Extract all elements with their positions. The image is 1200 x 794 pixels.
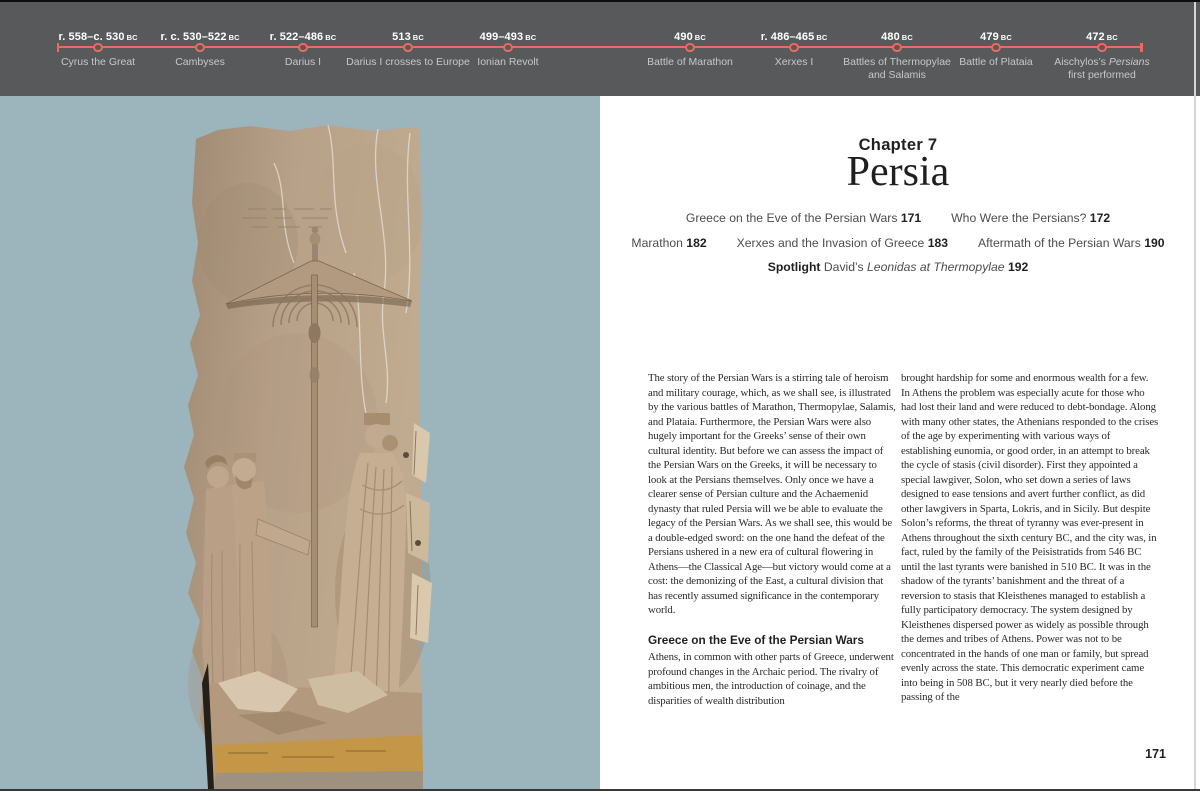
timeline-label-line: Aischylos’s Persians — [1022, 56, 1182, 69]
timeline-node-icon — [298, 43, 307, 52]
text-run: Who Were the Persians? — [951, 211, 1090, 225]
toc-line: Spotlight David’s Leonidas at Thermopyla… — [610, 255, 1186, 280]
page-top-edge — [0, 0, 1200, 2]
paragraph: The story of the Persian Wars is a stirr… — [648, 371, 898, 618]
chapter-contents-list: Greece on the Eve of the Persian Wars 17… — [610, 206, 1186, 280]
toc-entry: Greece on the Eve of the Persian Wars 17… — [686, 211, 921, 225]
timeline-date: r. 522–486BC — [270, 31, 337, 43]
timeline-era-label: BC — [695, 33, 706, 42]
timeline-date: 490BC — [674, 31, 706, 43]
timeline-date-value: r. c. 530–522 — [160, 31, 226, 43]
toc-entry: Aftermath of the Persian Wars 190 — [978, 236, 1165, 250]
timeline-node-icon — [789, 43, 798, 52]
book-spread: r. 558–c. 530BCCyrus the Greatr. c. 530–… — [0, 0, 1200, 794]
timeline-band: r. 558–c. 530BCCyrus the Greatr. c. 530–… — [0, 0, 1200, 96]
timeline-era-label: BC — [816, 33, 827, 42]
toc-line: Marathon 182 Xerxes and the Invasion of G… — [610, 231, 1186, 256]
text-run: David’s — [824, 260, 867, 274]
timeline-date-value: r. 522–486 — [270, 31, 324, 43]
timeline-date: r. 486–465BC — [761, 31, 828, 43]
toc-entry: Xerxes and the Invasion of Greece 183 — [737, 236, 948, 250]
page-number: 171 — [1106, 747, 1166, 761]
timeline-date: 479BC — [980, 31, 1012, 43]
paragraph: Athens, in common with other parts of Gr… — [648, 650, 898, 708]
timeline-date: 499–493BC — [480, 31, 537, 43]
timeline-node-icon — [403, 43, 412, 52]
toc-entry: Spotlight David’s Leonidas at Thermopyla… — [768, 260, 1029, 274]
text-run: Ionian Revolt — [477, 56, 538, 68]
timeline-date-value: 513 — [392, 31, 411, 43]
timeline-date: 513BC — [392, 31, 424, 43]
paragraph: brought hardship for some and enormous w… — [901, 371, 1159, 705]
chapter-title: Persia — [600, 149, 1196, 195]
text-run: and Salamis — [868, 69, 926, 81]
bold-text-run: 183 — [928, 236, 948, 250]
timeline-date: r. c. 530–522BC — [160, 31, 239, 43]
bold-text-run: 190 — [1144, 236, 1164, 250]
bold-text-run: 171 — [901, 211, 921, 225]
timeline-era-label: BC — [1107, 33, 1118, 42]
bold-text-run: Spotlight — [768, 260, 824, 274]
relief-photo — [178, 123, 432, 789]
timeline-label-line: Ionian Revolt — [428, 56, 588, 69]
italic-text-run: Persians — [1109, 56, 1150, 68]
timeline-date-value: r. 486–465 — [761, 31, 815, 43]
text-run: Aftermath of the Persian Wars — [978, 236, 1144, 250]
text-run: Xerxes I — [775, 56, 814, 68]
timeline-label-line: first performed — [1022, 69, 1182, 82]
timeline-date-value: 480 — [881, 31, 900, 43]
timeline-date: r. 558–c. 530BC — [58, 31, 137, 43]
text-run: Greece on the Eve of the Persian Wars — [686, 211, 901, 225]
toc-entry: Marathon 182 — [631, 236, 706, 250]
timeline-date-value: 472 — [1086, 31, 1105, 43]
text-run: Marathon — [631, 236, 686, 250]
timeline-era-label: BC — [902, 33, 913, 42]
timeline-date: 480BC — [881, 31, 913, 43]
timeline-event-label: Aischylos’s Persiansfirst performed — [1022, 56, 1182, 82]
timeline-line — [57, 46, 1143, 48]
text-run: Darius I — [285, 56, 321, 68]
italic-text-run: Leonidas at Thermopylae — [867, 260, 1005, 274]
timeline-era-label: BC — [413, 33, 424, 42]
bold-text-run: 192 — [1008, 260, 1028, 274]
timeline-date-value: 479 — [980, 31, 999, 43]
bold-text-run: 172 — [1090, 211, 1110, 225]
timeline-date-value: r. 558–c. 530 — [58, 31, 124, 43]
timeline-era-label: BC — [525, 33, 536, 42]
text-column-right: brought hardship for some and enormous w… — [901, 371, 1159, 705]
text-run: Xerxes and the Invasion of Greece — [737, 236, 928, 250]
page-right-edge — [1194, 2, 1196, 789]
timeline-era-label: BC — [325, 33, 336, 42]
toc-line: Greece on the Eve of the Persian Wars 17… — [610, 206, 1186, 231]
text-run: first performed — [1068, 69, 1136, 81]
timeline-node-icon — [93, 43, 102, 52]
timeline-event-label: Ionian Revolt — [428, 56, 588, 69]
timeline-era-label: BC — [127, 33, 138, 42]
text-column-left: The story of the Persian Wars is a stirr… — [648, 371, 898, 708]
timeline-node-icon — [503, 43, 512, 52]
toc-entry: Who Were the Persians? 172 — [951, 211, 1110, 225]
timeline-node-icon — [1097, 43, 1106, 52]
timeline-date-value: 490 — [674, 31, 693, 43]
timeline-node-icon — [685, 43, 694, 52]
timeline-node-icon — [991, 43, 1000, 52]
section-heading: Greece on the Eve of the Persian Wars — [648, 633, 898, 648]
text-run: Cambyses — [175, 56, 225, 68]
text-run: Aischylos’s — [1054, 56, 1109, 68]
timeline-node-icon — [195, 43, 204, 52]
bold-text-run: 182 — [686, 236, 706, 250]
timeline-date-value: 499–493 — [480, 31, 524, 43]
page-bottom-edge — [0, 789, 1200, 791]
timeline-label-line: and Salamis — [817, 69, 977, 82]
timeline-node-icon — [892, 43, 901, 52]
timeline-date: 472BC — [1086, 31, 1118, 43]
timeline-era-label: BC — [1001, 33, 1012, 42]
timeline-era-label: BC — [229, 33, 240, 42]
